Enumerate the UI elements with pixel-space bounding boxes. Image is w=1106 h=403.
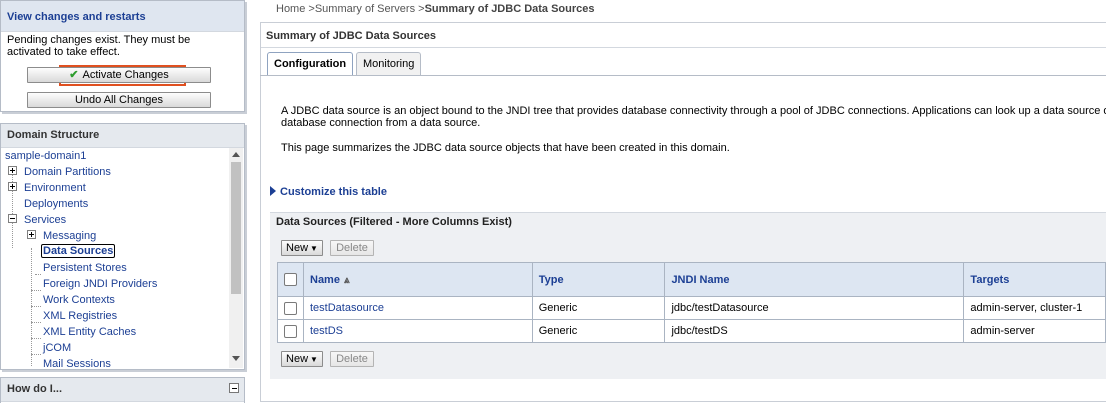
tree-guide xyxy=(31,290,41,291)
tree-guide xyxy=(31,322,41,323)
title-divider xyxy=(261,47,1106,48)
tree-guide xyxy=(31,306,41,307)
tree-item-jcom[interactable]: jCOM xyxy=(43,340,71,356)
breadcrumb-sep: > xyxy=(415,3,425,15)
table-title: Data Sources (Filtered - More Columns Ex… xyxy=(276,216,512,228)
description-line: This page summarizes the JDBC data sourc… xyxy=(281,142,730,154)
row-checkbox[interactable] xyxy=(284,301,297,315)
tree-item-services[interactable]: Services xyxy=(24,212,66,228)
domain-structure-title: Domain Structure xyxy=(1,124,244,148)
how-do-i-title: How do I... xyxy=(1,378,244,402)
breadcrumb-home[interactable]: Home xyxy=(276,3,305,15)
change-center-panel: View changes and restarts Pending change… xyxy=(0,0,245,112)
tree-guide xyxy=(12,168,13,248)
row-select-cell xyxy=(277,319,304,343)
tree-guide xyxy=(31,248,32,366)
datasource-link[interactable]: testDS xyxy=(310,325,343,337)
tree-item-deployments[interactable]: Deployments xyxy=(24,196,88,212)
tree-item-messaging[interactable]: Messaging xyxy=(43,228,96,244)
how-do-i-panel: How do I... xyxy=(0,377,245,403)
name-cell: testDatasource xyxy=(303,296,533,320)
datasource-link[interactable]: testDatasource xyxy=(310,302,384,314)
description-line: database connection from a data source. xyxy=(281,117,481,129)
tree-item-persistent-stores[interactable]: Persistent Stores xyxy=(43,260,127,276)
expand-icon[interactable] xyxy=(8,182,17,191)
new-button[interactable]: New ▼ xyxy=(281,240,323,256)
collapse-icon[interactable] xyxy=(8,214,17,223)
jndi-cell: jdbc/testDS xyxy=(664,319,965,343)
column-header-jndi-name[interactable]: JNDI Name xyxy=(664,262,965,297)
breadcrumb-sep: > xyxy=(305,3,315,15)
tree-guide xyxy=(31,354,41,355)
table-row: testDatasource Generic jdbc/testDatasour… xyxy=(277,296,1106,320)
expand-icon[interactable] xyxy=(8,166,17,175)
collapse-icon[interactable] xyxy=(229,383,239,393)
expand-icon[interactable] xyxy=(27,230,36,239)
delete-button: Delete xyxy=(330,240,374,256)
tab-configuration[interactable]: Configuration xyxy=(267,52,354,75)
breadcrumb-servers[interactable]: Summary of Servers xyxy=(315,3,415,15)
tree-item-environment[interactable]: Environment xyxy=(24,180,86,196)
select-all-checkbox[interactable] xyxy=(284,273,297,286)
customize-table-link[interactable]: Customize this table xyxy=(270,186,387,198)
name-cell: testDS xyxy=(303,319,533,343)
tree-scrollbar[interactable] xyxy=(229,148,243,368)
breadcrumb-current: Summary of JDBC Data Sources xyxy=(424,3,595,15)
tree-root-sample-domain1[interactable]: sample-domain1 xyxy=(5,148,86,164)
delete-button-bottom: Delete xyxy=(330,351,374,367)
type-cell: Generic xyxy=(531,319,666,343)
description-line: A JDBC data source is an object bound to… xyxy=(281,105,1106,117)
data-sources-table: Name ⩓ Type JNDI Name Targets testDatasou… xyxy=(277,262,1106,343)
jndi-cell: jdbc/testDatasource xyxy=(664,296,965,320)
breadcrumb: Home >Summary of Servers >Summary of JDB… xyxy=(276,3,595,15)
domain-tree: sample-domain1 Domain Partitions Environ… xyxy=(1,148,229,368)
column-header-name[interactable]: Name ⩓ xyxy=(303,262,533,297)
tree-item-data-sources[interactable]: Data Sources xyxy=(41,244,116,258)
targets-cell: admin-server, cluster-1 xyxy=(963,296,1106,320)
scroll-down-icon[interactable] xyxy=(232,356,240,361)
change-center-title: View changes and restarts xyxy=(1,1,244,32)
tree-guide xyxy=(31,338,41,339)
tab-monitoring[interactable]: Monitoring xyxy=(356,52,422,75)
tree-item-domain-partitions[interactable]: Domain Partitions xyxy=(24,164,111,180)
tree-item-foreign-jndi-providers[interactable]: Foreign JNDI Providers xyxy=(43,276,157,292)
pending-changes-message: Pending changes exist. They must be acti… xyxy=(7,34,191,58)
chevron-down-icon: ▼ xyxy=(310,244,318,253)
tree-guide xyxy=(35,274,41,275)
check-icon: ✔ xyxy=(69,69,79,81)
table-header-row: Name ⩓ Type JNDI Name Targets xyxy=(277,262,1106,297)
main-content: Home >Summary of Servers >Summary of JDB… xyxy=(260,0,1106,402)
tab-divider xyxy=(260,75,1106,76)
chevron-down-icon: ▼ xyxy=(310,355,318,364)
tree-item-xml-registries[interactable]: XML Registries xyxy=(43,308,117,324)
column-header-targets[interactable]: Targets xyxy=(963,262,1106,297)
table-row: testDS Generic jdbc/testDS admin-server xyxy=(277,319,1106,343)
domain-structure-panel: Domain Structure sample-domain1 Domain P… xyxy=(0,123,245,370)
row-select-cell xyxy=(277,296,304,320)
scroll-up-icon[interactable] xyxy=(232,152,240,157)
tree-item-mail-sessions[interactable]: Mail Sessions xyxy=(43,356,111,368)
expand-triangle-icon xyxy=(270,186,276,196)
new-button-bottom[interactable]: New ▼ xyxy=(281,351,323,367)
sort-ascending-icon[interactable]: ⩓ xyxy=(344,275,350,286)
column-header-type[interactable]: Type xyxy=(531,262,666,297)
type-cell: Generic xyxy=(531,296,666,320)
select-all-header xyxy=(277,262,304,297)
tree-item-xml-entity-caches[interactable]: XML Entity Caches xyxy=(43,324,136,340)
page-title: Summary of JDBC Data Sources xyxy=(266,30,436,42)
row-checkbox[interactable] xyxy=(284,324,297,338)
undo-all-changes-button[interactable]: Undo All Changes xyxy=(27,92,211,108)
targets-cell: admin-server xyxy=(963,319,1106,343)
tree-item-work-contexts[interactable]: Work Contexts xyxy=(43,292,115,308)
activate-changes-button[interactable]: ✔ Activate Changes xyxy=(27,67,211,83)
scroll-thumb[interactable] xyxy=(231,162,241,294)
